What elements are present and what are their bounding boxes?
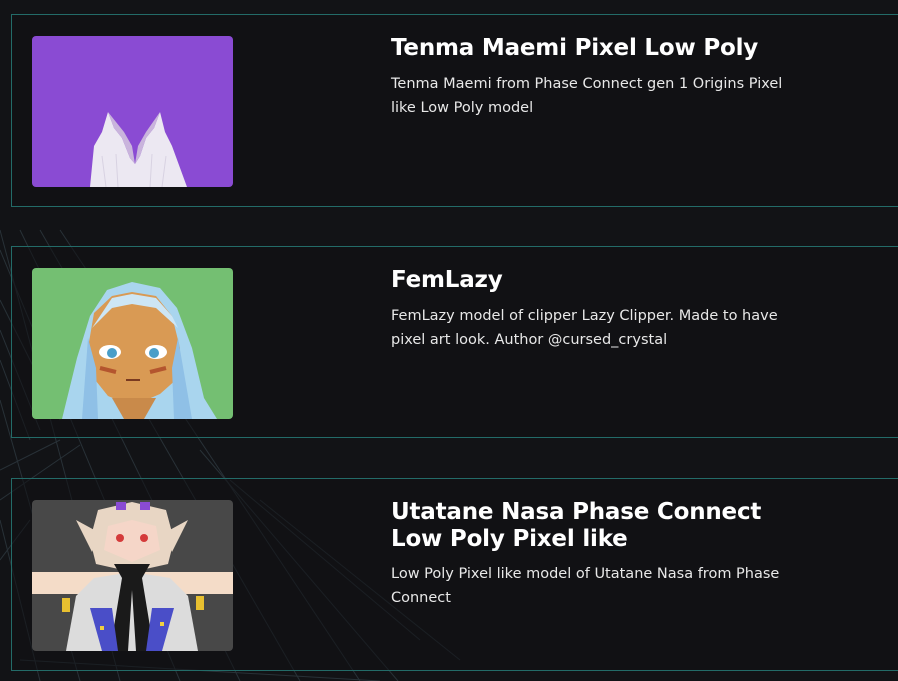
model-description: Tenma Maemi from Phase Connect gen 1 Ori… xyxy=(391,76,783,116)
model-description: FemLazy model of clipper Lazy Clipper. M… xyxy=(391,308,778,348)
model-title[interactable]: Utatane Nasa Phase Connect Low Poly Pixe… xyxy=(391,499,811,553)
model-thumbnail[interactable] xyxy=(32,268,233,419)
model-card[interactable]: Utatane Nasa Phase Connect Low Poly Pixe… xyxy=(11,478,898,671)
model-title[interactable]: FemLazy xyxy=(391,267,811,294)
model-list-page: Tenma Maemi Pixel Low Poly Tenma Maemi f… xyxy=(0,0,898,681)
model-thumbnail[interactable] xyxy=(32,36,233,187)
model-thumbnail[interactable] xyxy=(32,500,233,651)
model-card[interactable]: Tenma Maemi Pixel Low Poly Tenma Maemi f… xyxy=(11,14,898,207)
model-card[interactable]: FemLazy FemLazy model of clipper Lazy Cl… xyxy=(11,246,898,438)
model-title[interactable]: Tenma Maemi Pixel Low Poly xyxy=(391,35,811,62)
model-description: Low Poly Pixel like model of Utatane Nas… xyxy=(391,566,780,606)
